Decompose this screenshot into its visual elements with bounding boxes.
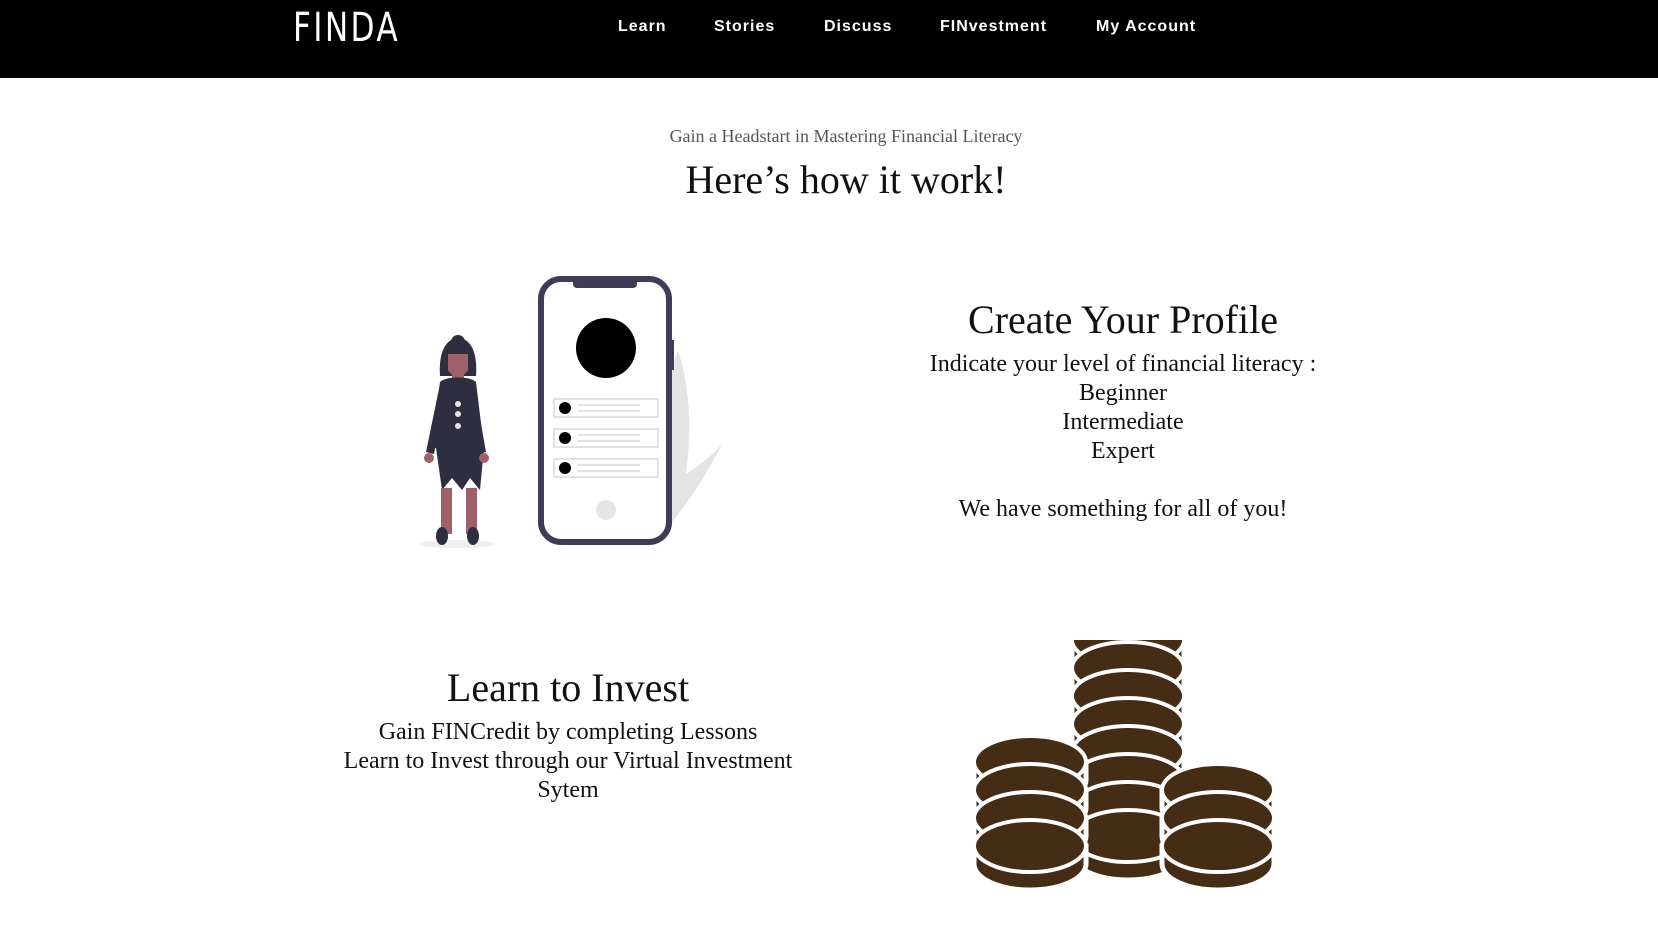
nav-stories[interactable]: Stories [714,18,775,40]
step-line: Intermediate [1062,409,1184,435]
step-create-profile: Create Your Profile Indicate your level … [850,296,1396,524]
nav-finvestment[interactable]: FINvestment [940,18,1047,40]
hero-tagline: Gain a Headstart in Mastering Financial … [669,126,1023,146]
step-line: We have something for all of you! [958,496,1288,522]
nav-my-account[interactable]: My Account [1096,18,1196,40]
step-title: Learn to Invest [446,665,690,710]
step-line: Learn to Invest through our Virtual Inve… [343,748,793,774]
step-learn-to-invest: Learn to Invest Gain FINCredit by comple… [280,664,856,805]
step-line: Beginner [1079,380,1167,406]
hero-headline: Here’s how it work! [685,157,1007,202]
step-title: Create Your Profile [968,297,1278,342]
step-line: Sytem [537,777,599,803]
step-line: Indicate your level of financial literac… [929,351,1317,377]
step-line [850,466,1396,495]
step-line: Expert [1091,438,1155,464]
nav-learn[interactable]: Learn [618,18,667,40]
person-with-phone-illustration [419,276,722,548]
nav-discuss[interactable]: Discuss [824,18,892,40]
step-line: Gain FINCredit by completing Lessons [378,719,758,745]
top-navigation-bar: FINDA Learn Stories Discuss FINvestment … [0,0,1658,78]
finda-logo[interactable]: FINDA [293,3,400,53]
coin-stacks-illustration [971,640,1277,890]
